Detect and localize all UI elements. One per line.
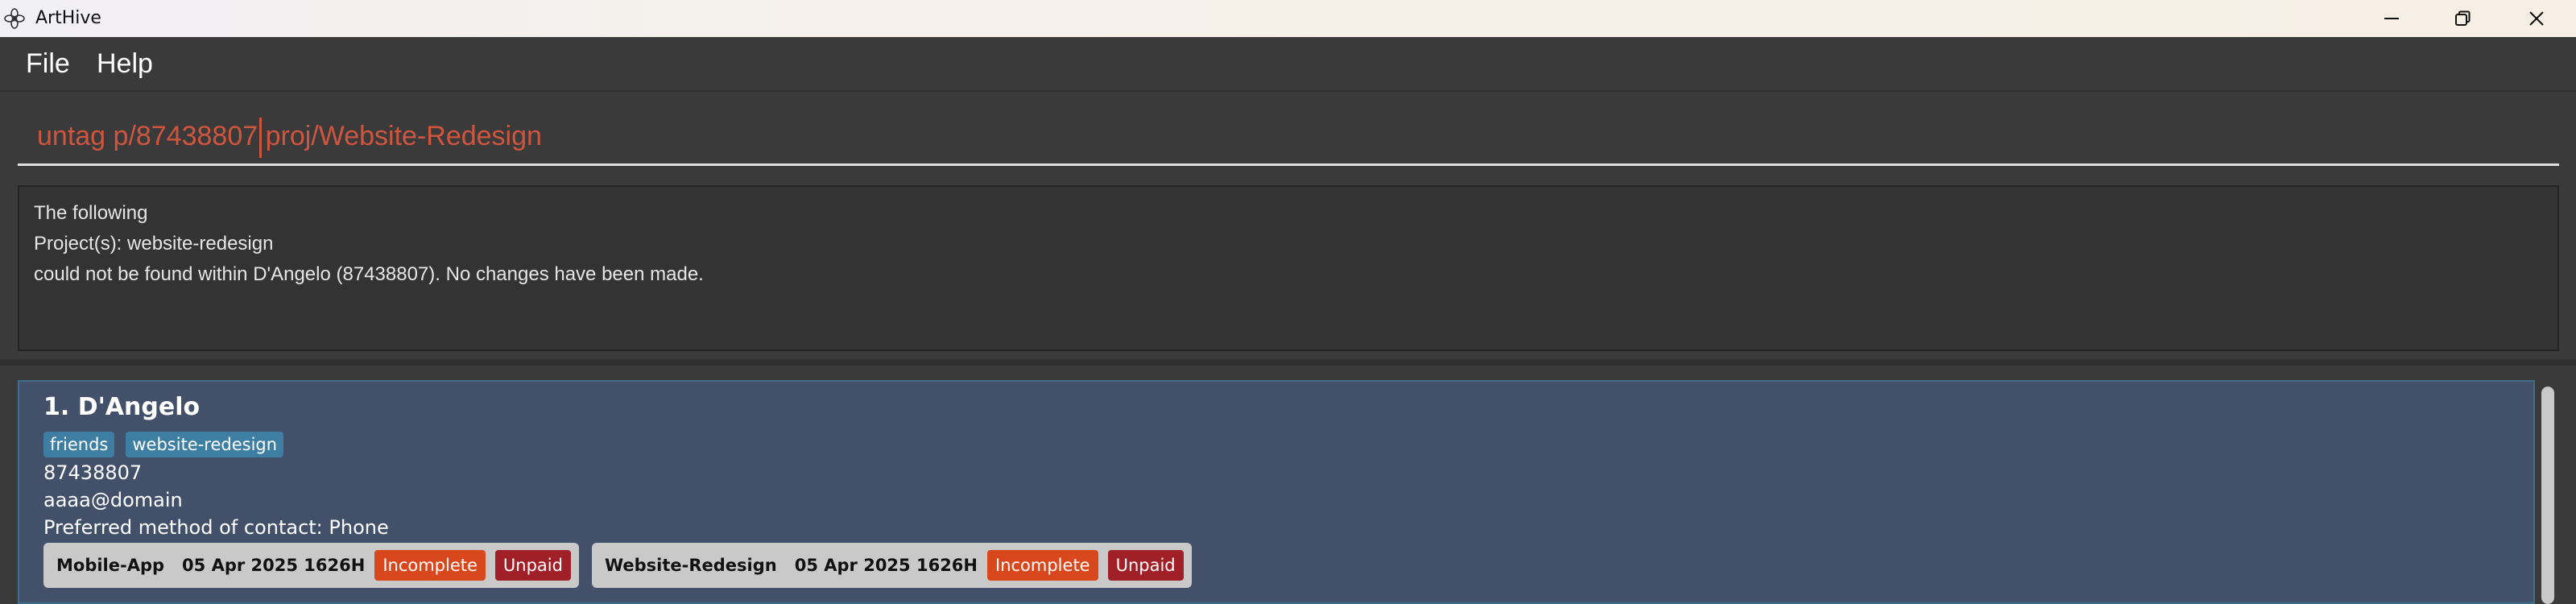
project-name: Website-Redesign: [604, 556, 777, 575]
status-badge: Incomplete: [374, 550, 486, 581]
person-phone: 87438807: [43, 461, 143, 484]
command-area: [0, 93, 2576, 182]
command-input[interactable]: [18, 110, 2559, 166]
scrollbar-thumb[interactable]: [2541, 387, 2554, 604]
result-line: could not be found within D'Angelo (8743…: [34, 263, 704, 285]
tag-badge: website-redesign: [126, 432, 284, 457]
project-name: Mobile-App: [56, 556, 165, 575]
menu-file[interactable]: File: [26, 48, 70, 80]
text-caret: [259, 118, 262, 158]
payment-badge: Unpaid: [1107, 550, 1184, 581]
project-deadline: 05 Apr 2025 1626H: [182, 556, 366, 575]
result-line: Project(s): website-redesign: [34, 233, 274, 254]
panel-divider[interactable]: [0, 359, 2576, 366]
payment-badge: Unpaid: [494, 550, 571, 581]
person-contact-method: Preferred method of contact: Phone: [43, 516, 389, 539]
title-bar: ArtHive: [0, 0, 2576, 37]
project-chip: Mobile-App 05 Apr 2025 1626H Incomplete …: [43, 543, 579, 588]
flower-icon: [4, 8, 25, 29]
result-line: The following: [34, 202, 148, 224]
person-list: 1. D'Angelo friends website-redesign 874…: [0, 366, 2576, 604]
project-list: Mobile-App 05 Apr 2025 1626H Incomplete …: [43, 543, 2509, 588]
restore-button[interactable]: [2425, 0, 2500, 37]
minimize-icon: [2384, 18, 2399, 19]
restore-icon: [2455, 10, 2471, 26]
minimize-button[interactable]: [2355, 0, 2429, 37]
tag-list: friends website-redesign: [43, 430, 2509, 459]
menu-bar: File Help: [0, 37, 2576, 92]
menu-help[interactable]: Help: [97, 48, 153, 80]
window-title: ArtHive: [35, 8, 101, 28]
list-scrollbar[interactable]: [2540, 382, 2556, 604]
project-chip: Website-Redesign 05 Apr 2025 1626H Incom…: [591, 543, 1192, 588]
person-email: aaaa@domain: [43, 489, 183, 511]
close-button[interactable]: [2500, 0, 2574, 37]
close-icon: [2529, 11, 2544, 26]
person-name: 1. D'Angelo: [43, 393, 201, 421]
person-card[interactable]: 1. D'Angelo friends website-redesign 874…: [18, 380, 2535, 604]
tag-badge: friends: [43, 432, 115, 457]
result-display: The following Project(s): website-redesi…: [18, 185, 2559, 351]
status-badge: Incomplete: [987, 550, 1098, 581]
project-deadline: 05 Apr 2025 1626H: [794, 556, 978, 575]
